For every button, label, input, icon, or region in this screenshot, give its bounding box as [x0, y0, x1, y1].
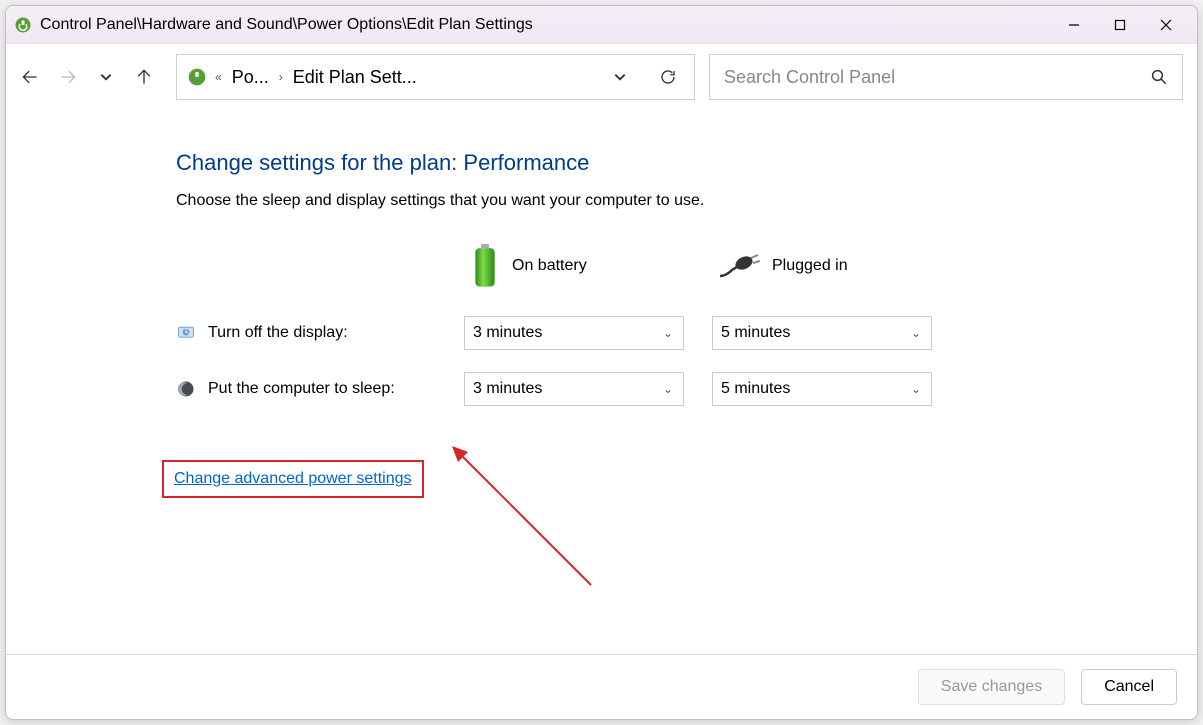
page-description: Choose the sleep and display settings th… — [176, 192, 1197, 210]
dropdown-value: 3 minutes — [473, 380, 542, 398]
row-label-text: Put the computer to sleep: — [208, 380, 395, 398]
cancel-button[interactable]: Cancel — [1081, 669, 1177, 705]
maximize-icon — [1114, 19, 1126, 31]
window-frame: Control Panel\Hardware and Sound\Power O… — [5, 5, 1198, 720]
close-icon — [1160, 19, 1172, 31]
close-button[interactable] — [1143, 9, 1189, 41]
dropdown-value: 3 minutes — [473, 324, 542, 342]
up-button[interactable] — [134, 67, 154, 87]
forward-button[interactable] — [58, 67, 78, 87]
refresh-button[interactable] — [648, 57, 688, 97]
footer-bar: Save changes Cancel — [6, 654, 1197, 719]
breadcrumb-item[interactable]: Edit Plan Sett... — [293, 67, 417, 88]
display-battery-dropdown[interactable]: 3 minutes ⌄ — [464, 316, 684, 350]
plug-icon — [718, 250, 760, 282]
address-bar[interactable]: « Po... › Edit Plan Sett... — [176, 54, 695, 100]
chevron-down-icon — [99, 70, 113, 84]
breadcrumb-chevron-icon: « — [215, 70, 222, 84]
arrow-up-icon — [134, 67, 154, 87]
search-icon — [1150, 68, 1168, 86]
plugged-in-label: Plugged in — [772, 257, 848, 275]
navigation-arrows — [20, 67, 154, 87]
breadcrumb-chevron-icon: › — [279, 70, 283, 84]
dropdown-value: 5 minutes — [721, 380, 790, 398]
highlighted-link-box: Change advanced power settings — [162, 460, 424, 498]
change-advanced-power-settings-link[interactable]: Change advanced power settings — [174, 470, 412, 487]
power-options-icon — [14, 16, 32, 34]
save-changes-button: Save changes — [918, 669, 1065, 705]
power-options-icon — [187, 67, 207, 87]
turn-off-display-label: Turn off the display: — [176, 323, 446, 343]
search-input[interactable] — [724, 67, 1144, 88]
window-controls — [1051, 9, 1189, 41]
page-heading: Change settings for the plan: Performanc… — [176, 150, 1197, 176]
chevron-down-icon: ⌄ — [911, 326, 921, 340]
minimize-icon — [1068, 19, 1080, 31]
table-corner-cell — [176, 238, 446, 294]
on-battery-header: On battery — [464, 244, 694, 288]
window-title: Control Panel\Hardware and Sound\Power O… — [40, 16, 1051, 34]
recent-locations-button[interactable] — [96, 67, 116, 87]
title-bar: Control Panel\Hardware and Sound\Power O… — [6, 6, 1197, 44]
sleep-label: Put the computer to sleep: — [176, 379, 446, 399]
display-icon — [176, 323, 196, 343]
content-area: Change settings for the plan: Performanc… — [6, 110, 1197, 654]
moon-icon — [176, 379, 196, 399]
battery-icon — [470, 244, 500, 288]
maximize-button[interactable] — [1097, 9, 1143, 41]
navigation-bar: « Po... › Edit Plan Sett... — [6, 44, 1197, 110]
power-settings-table: On battery Plugged in Turn off the — [176, 238, 1197, 406]
dropdown-value: 5 minutes — [721, 324, 790, 342]
minimize-button[interactable] — [1051, 9, 1097, 41]
sleep-plugged-dropdown[interactable]: 5 minutes ⌄ — [712, 372, 932, 406]
arrow-left-icon — [20, 67, 40, 87]
display-plugged-dropdown[interactable]: 5 minutes ⌄ — [712, 316, 932, 350]
chevron-down-icon: ⌄ — [911, 382, 921, 396]
breadcrumb: « Po... › Edit Plan Sett... — [215, 67, 592, 88]
on-battery-label: On battery — [512, 257, 587, 275]
row-label-text: Turn off the display: — [208, 324, 348, 342]
arrow-right-icon — [58, 67, 78, 87]
chevron-down-icon: ⌄ — [663, 326, 673, 340]
back-button[interactable] — [20, 67, 40, 87]
chevron-down-icon — [613, 70, 627, 84]
plugged-in-header: Plugged in — [712, 250, 942, 282]
breadcrumb-item[interactable]: Po... — [232, 67, 269, 88]
search-box[interactable] — [709, 54, 1183, 100]
address-history-button[interactable] — [600, 57, 640, 97]
chevron-down-icon: ⌄ — [663, 382, 673, 396]
annotation-arrow-icon — [446, 440, 606, 600]
refresh-icon — [659, 68, 677, 86]
sleep-battery-dropdown[interactable]: 3 minutes ⌄ — [464, 372, 684, 406]
